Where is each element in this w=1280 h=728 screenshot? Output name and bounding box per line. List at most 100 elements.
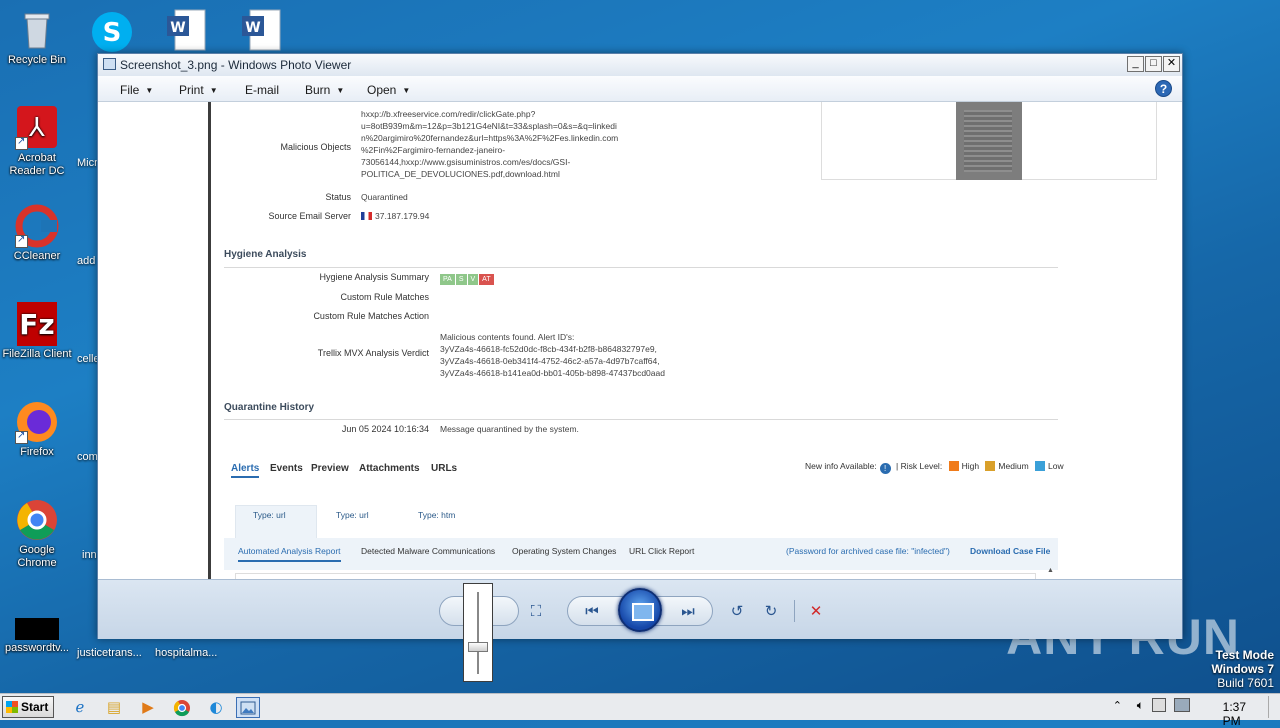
- menu-print[interactable]: Print ▼: [179, 83, 218, 97]
- desktop-icon-firefox[interactable]: Firefox: [0, 400, 74, 459]
- previous-icon[interactable]: ⏮: [582, 602, 602, 620]
- subtab-automated-report[interactable]: Automated Analysis Report: [238, 546, 341, 562]
- word-doc-icon[interactable]: W: [240, 8, 284, 52]
- badge-s: S: [455, 274, 467, 285]
- new-info-label: New info Available:: [805, 461, 877, 471]
- zoom-slider[interactable]: [463, 583, 493, 682]
- photo-viewer-taskbar-button[interactable]: [236, 697, 260, 718]
- title-bar[interactable]: Screenshot_3.png - Windows Photo Viewer …: [98, 54, 1182, 76]
- subtab-os-changes[interactable]: Operating System Changes: [512, 546, 616, 556]
- file-icon: [15, 618, 59, 640]
- desktop-icon-label[interactable]: inn: [82, 549, 97, 561]
- file-explorer-icon[interactable]: ▤: [102, 697, 126, 718]
- chevron-down-icon: ▼: [145, 86, 154, 95]
- edge-icon[interactable]: ◐: [204, 697, 228, 718]
- svg-text:W: W: [245, 20, 260, 36]
- desktop-icon-label[interactable]: Micr: [77, 157, 98, 169]
- image-viewport[interactable]: Malicious Objects hxxp://b.xfreeservice.…: [98, 102, 1182, 579]
- desktop-icon-label[interactable]: justicetrans...: [77, 647, 142, 659]
- photo-viewer-window: Screenshot_3.png - Windows Photo Viewer …: [97, 53, 1183, 639]
- menu-burn[interactable]: Burn ▼: [305, 83, 344, 97]
- desktop-icon-passwordtv[interactable]: passwordtv...: [0, 618, 74, 655]
- verdict-line: 3yVZa4s-46618-fc52d0dc-f8cb-434f-b2f8-b8…: [440, 344, 657, 354]
- desktop-icon-label: Google Chrome: [17, 544, 57, 569]
- desktop-icon-label[interactable]: add: [77, 255, 95, 267]
- subtab-url-click-report[interactable]: URL Click Report: [629, 546, 694, 556]
- media-player-icon[interactable]: ▶: [136, 697, 160, 718]
- menu-label: E-mail: [245, 83, 280, 97]
- next-icon[interactable]: ⏭: [678, 602, 698, 620]
- tab-preview[interactable]: Preview: [311, 463, 349, 474]
- url-line: 73056144,hxxp://www.gsisuministros.com/e…: [361, 157, 571, 167]
- quarantine-message: Message quarantined by the system.: [440, 424, 579, 434]
- rotate-counterclockwise-icon[interactable]: ↺: [727, 602, 747, 620]
- menu-label: File: [120, 83, 140, 97]
- status-value: Quarantined: [361, 192, 408, 202]
- tab-attachments[interactable]: Attachments: [359, 463, 420, 474]
- type-tab-htm[interactable]: Type: htm: [418, 510, 455, 520]
- menu-label: Burn: [305, 83, 331, 97]
- action-center-icon[interactable]: [1152, 698, 1166, 712]
- minimize-button[interactable]: _: [1127, 56, 1144, 72]
- custom-rule-action-label: Custom Rule Matches Action: [313, 311, 429, 321]
- network-icon[interactable]: [1174, 698, 1190, 712]
- tab-events[interactable]: Events: [270, 463, 303, 474]
- desktop-icon-acrobat[interactable]: ⅄ Acrobat Reader DC: [0, 106, 74, 178]
- zoom-slider-thumb[interactable]: [468, 642, 488, 652]
- menu-open[interactable]: Open ▼: [367, 83, 410, 97]
- show-hidden-icons[interactable]: ⌃: [1113, 699, 1122, 712]
- france-flag-icon: [361, 212, 372, 220]
- rotate-clockwise-icon[interactable]: ↻: [761, 602, 781, 620]
- risk-high-label: High: [961, 461, 980, 471]
- start-button[interactable]: Start: [2, 696, 54, 718]
- verdict-line: Malicious contents found. Alert ID's:: [440, 332, 575, 342]
- scroll-up-icon[interactable]: ▲: [1047, 567, 1054, 574]
- skype-icon[interactable]: S: [90, 10, 134, 54]
- url-line: hxxp://b.xfreeservice.com/redir/clickGat…: [361, 109, 536, 119]
- close-button[interactable]: ✕: [1163, 56, 1180, 72]
- tab-urls[interactable]: URLs: [431, 463, 457, 474]
- type-tab-url-2[interactable]: Type: url: [336, 510, 369, 520]
- internet-explorer-icon[interactable]: ℯ: [68, 697, 92, 718]
- actual-size-icon[interactable]: ⛶: [526, 602, 546, 620]
- filezilla-icon: Fz: [15, 302, 59, 346]
- risk-low-label: Low: [1048, 461, 1064, 471]
- word-doc-icon[interactable]: W: [165, 8, 209, 52]
- test-mode-line: Test Mode: [1215, 648, 1274, 662]
- chrome-taskbar-icon[interactable]: [170, 697, 194, 718]
- subtab-malware-comms[interactable]: Detected Malware Communications: [361, 546, 495, 556]
- download-case-file-link[interactable]: Download Case File: [970, 546, 1050, 556]
- quarantine-date: Jun 05 2024 10:16:34: [341, 424, 429, 434]
- delete-icon[interactable]: ✕: [806, 602, 826, 620]
- desktop-icon-recycle-bin[interactable]: Recycle Bin: [0, 8, 74, 67]
- clock[interactable]: 1:37 PM: [1223, 700, 1246, 728]
- source-server-value: 37.187.179.94: [361, 210, 429, 222]
- desktop-icon-label[interactable]: hospitalma...: [155, 647, 217, 659]
- verdict-line: 3yVZa4s-46618-b141ea0d-bb01-405b-b898-47…: [440, 368, 665, 378]
- acrobat-icon: ⅄: [15, 106, 59, 150]
- desktop-icon-ccleaner[interactable]: CCleaner: [0, 204, 74, 263]
- desktop-icon-label: CCleaner: [13, 250, 61, 262]
- hygiene-section-title: Hygiene Analysis: [224, 249, 307, 260]
- tab-alerts[interactable]: Alerts: [231, 463, 260, 478]
- chevron-down-icon: ▼: [336, 86, 345, 95]
- desktop-icon-label: Firefox: [20, 446, 54, 458]
- test-mode-notice: Test Mode Windows 7 Build 7601: [1211, 648, 1274, 690]
- type-tab-url-1[interactable]: Type: url: [253, 510, 286, 520]
- url-line: POLITICA_DE_DEVOLUCIONES.pdf,download.ht…: [361, 169, 560, 179]
- maximize-button[interactable]: □: [1145, 56, 1162, 72]
- volume-icon[interactable]: 🔈︎: [1137, 698, 1144, 713]
- low-risk-swatch: [1035, 461, 1046, 471]
- help-icon[interactable]: ?: [1155, 80, 1172, 97]
- server-ip: 37.187.179.94: [375, 211, 430, 221]
- show-desktop-button[interactable]: [1268, 696, 1280, 718]
- risk-legend: New info Available:! | Risk Level: High …: [805, 461, 1064, 474]
- desktop-icon-label: passwordtv...: [5, 642, 69, 654]
- slideshow-button[interactable]: [618, 588, 662, 632]
- risk-medium-label: Medium: [998, 461, 1029, 471]
- desktop-icon-chrome[interactable]: Google Chrome: [0, 498, 74, 570]
- desktop-icon-label[interactable]: com: [77, 451, 98, 463]
- menu-file[interactable]: File ▼: [120, 83, 153, 97]
- desktop-icon-filezilla[interactable]: Fz FileZilla Client: [0, 302, 74, 361]
- menu-email[interactable]: E-mail: [245, 83, 279, 97]
